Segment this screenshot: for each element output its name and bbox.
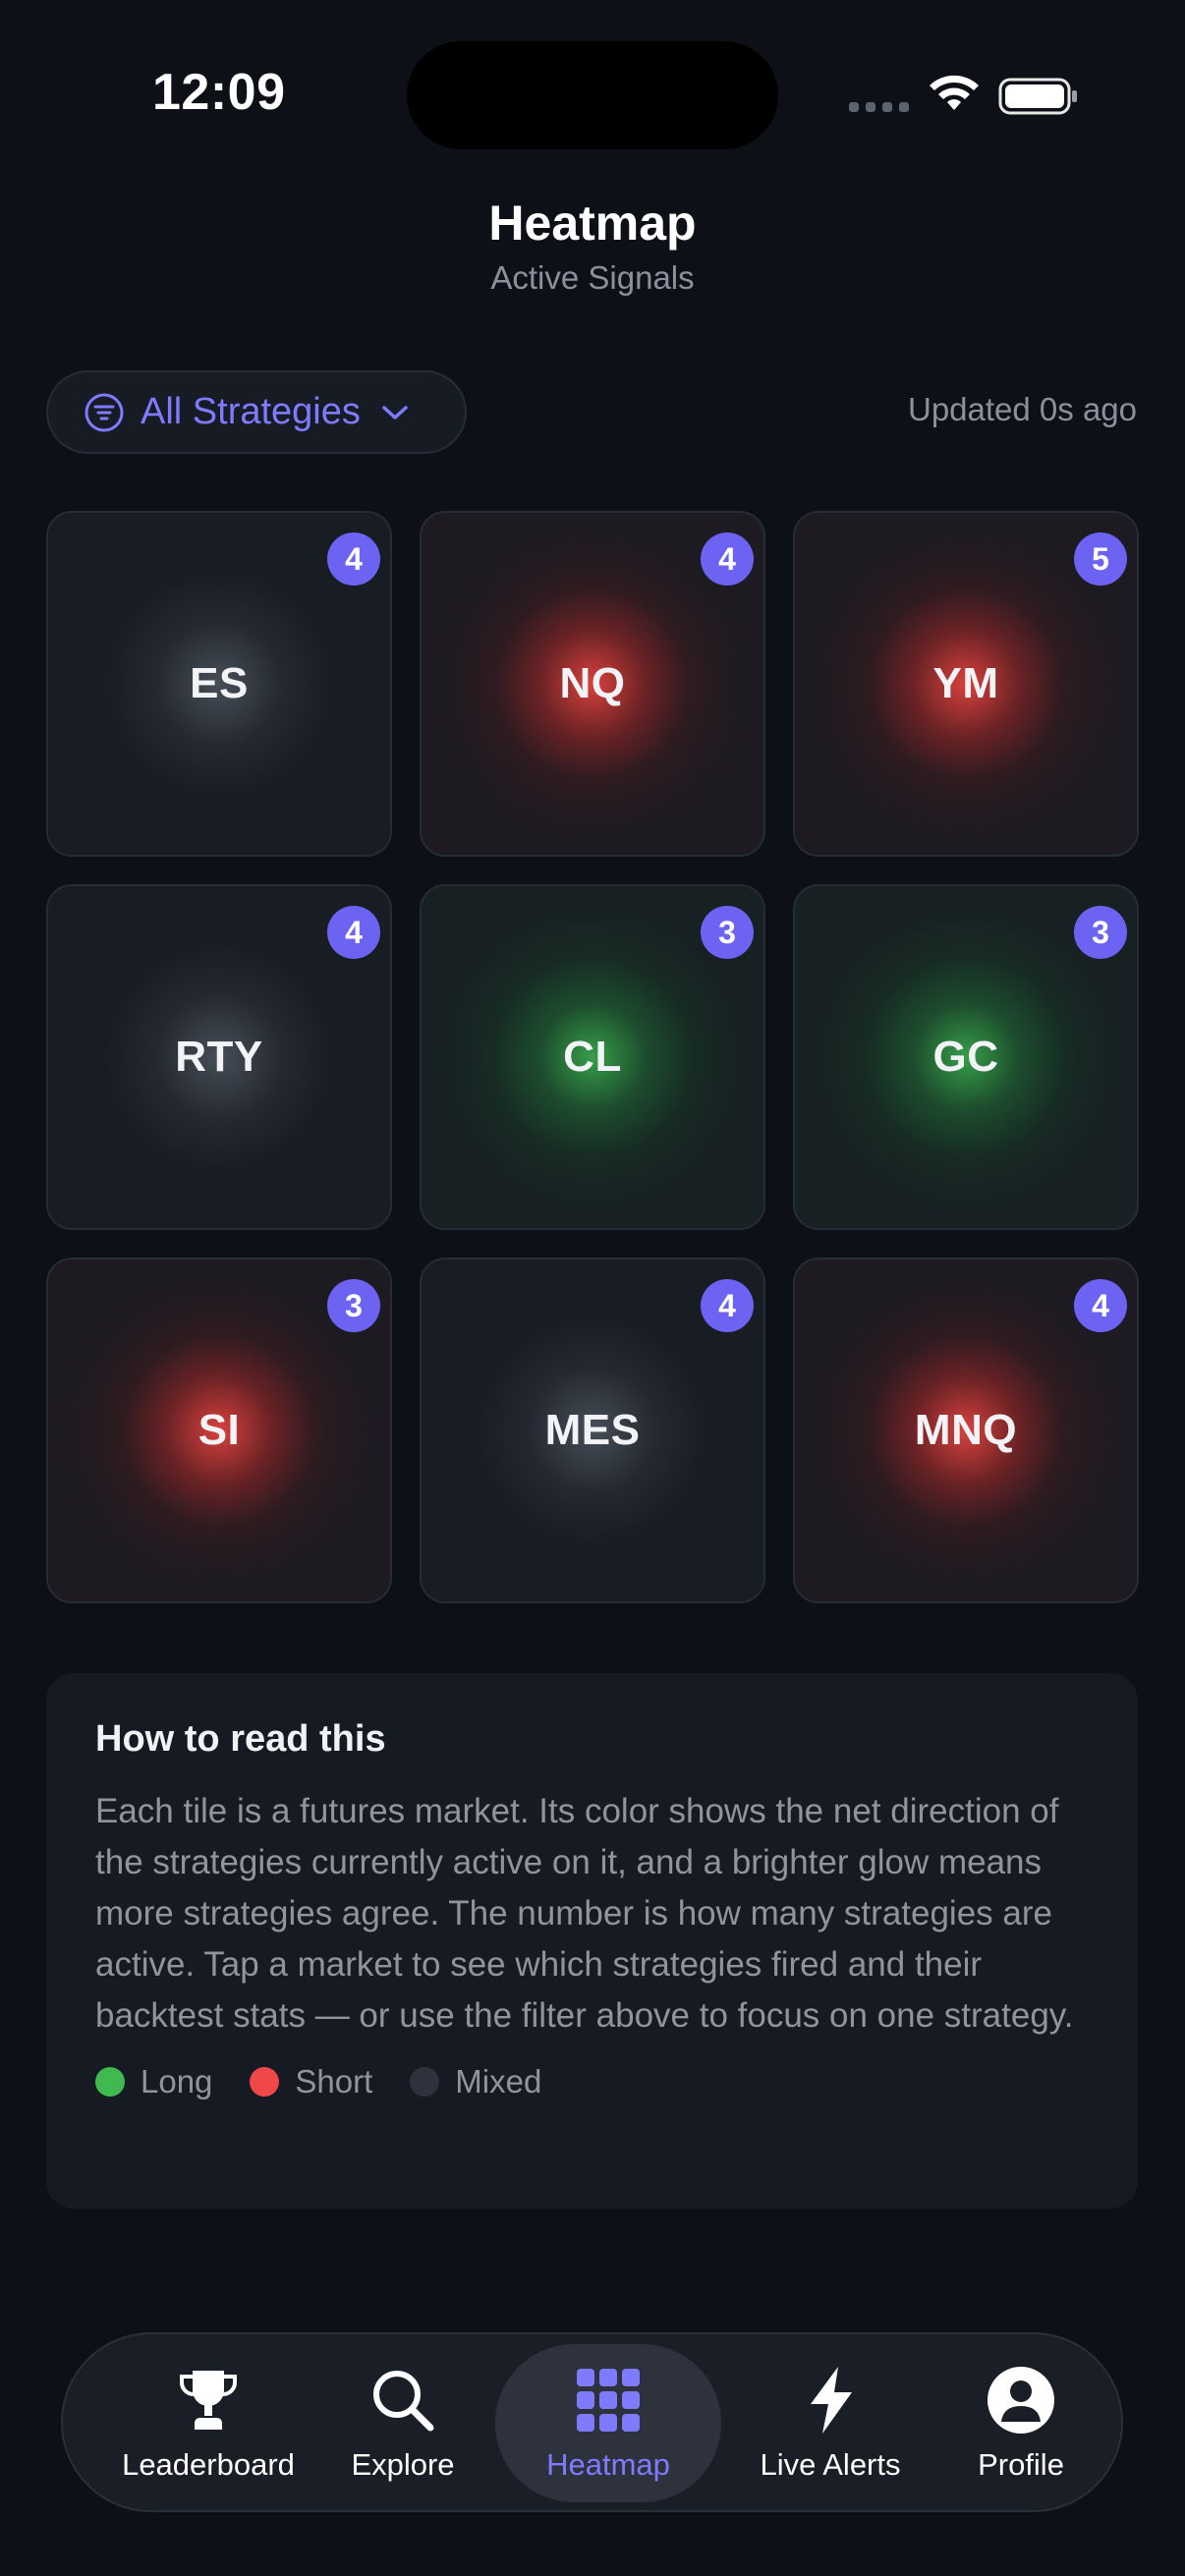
tab-heatmap[interactable]: Heatmap xyxy=(495,2344,721,2502)
tab-live-alerts[interactable]: Live Alerts xyxy=(727,2344,933,2502)
filter-icon xyxy=(85,393,124,431)
market-tile[interactable]: ES 4 xyxy=(46,511,392,857)
bottom-tab-bar: Leaderboard Explore Heatmap Live Alerts xyxy=(61,2332,1123,2512)
strategy-count-badge: 5 xyxy=(1074,532,1127,586)
person-icon xyxy=(988,2366,1054,2434)
heatmap-grid: ES 4 NQ 4 YM 5 RTY 4 CL 3 GC 3 SI 3 MES … xyxy=(46,511,1139,1603)
market-tile[interactable]: RTY 4 xyxy=(46,884,392,1230)
dynamic-island xyxy=(407,41,778,149)
updated-timestamp: Updated 0s ago xyxy=(907,391,1137,427)
market-tile[interactable]: GC 3 xyxy=(793,884,1139,1230)
tab-label: Leaderboard xyxy=(122,2446,295,2482)
legend-dot-mixed xyxy=(410,2067,440,2097)
tab-leaderboard[interactable]: Leaderboard xyxy=(100,2344,316,2502)
page-subtitle: Active Signals xyxy=(490,259,695,296)
status-time: 12:09 xyxy=(152,64,286,121)
strategy-count-badge: 4 xyxy=(701,532,754,586)
market-tile[interactable]: SI 3 xyxy=(46,1258,392,1603)
legend: Long Short Mixed xyxy=(95,2063,1089,2100)
how-to-read-card: How to read this Each tile is a futures … xyxy=(46,1673,1138,2209)
strategy-count-badge: 3 xyxy=(327,1279,380,1332)
legend-dot-short xyxy=(250,2067,280,2097)
legend-label: Long xyxy=(141,2063,213,2100)
info-body: Each tile is a futures market. Its color… xyxy=(95,1792,1074,2035)
filter-label: All Strategies xyxy=(141,391,361,432)
tab-profile[interactable]: Profile xyxy=(937,2344,1104,2502)
tile-symbol: SI xyxy=(198,1406,241,1454)
legend-dot-long xyxy=(95,2067,125,2097)
strategy-filter-dropdown[interactable]: All Strategies xyxy=(46,370,467,454)
tile-symbol: MES xyxy=(544,1406,641,1454)
tile-symbol: YM xyxy=(932,659,999,707)
market-tile[interactable]: MES 4 xyxy=(420,1258,765,1603)
tile-symbol: RTY xyxy=(175,1033,263,1081)
legend-label: Mixed xyxy=(455,2063,542,2100)
market-tile[interactable]: YM 5 xyxy=(793,511,1139,857)
legend-label: Short xyxy=(295,2063,373,2100)
tile-symbol: CL xyxy=(563,1033,622,1081)
legend-item-long: Long xyxy=(95,2063,212,2100)
tile-symbol: NQ xyxy=(559,659,626,707)
wifi-icon xyxy=(930,75,979,110)
market-tile[interactable]: CL 3 xyxy=(420,884,765,1230)
market-tile[interactable]: MNQ 4 xyxy=(793,1258,1139,1603)
tab-explore[interactable]: Explore xyxy=(318,2344,487,2502)
market-tile[interactable]: NQ 4 xyxy=(420,511,765,857)
tile-symbol: GC xyxy=(932,1033,999,1081)
strategy-count-badge: 4 xyxy=(327,532,380,586)
tile-symbol: MNQ xyxy=(914,1406,1018,1454)
cellular-signal-icon xyxy=(849,102,909,112)
strategy-count-badge: 3 xyxy=(1074,906,1127,959)
strategy-count-badge: 4 xyxy=(327,906,380,959)
grid-icon xyxy=(577,2368,640,2432)
bolt-icon xyxy=(811,2366,852,2434)
tab-label: Live Alerts xyxy=(760,2446,901,2482)
info-title: How to read this xyxy=(95,1718,386,1760)
tile-symbol: ES xyxy=(190,659,249,707)
strategy-count-badge: 4 xyxy=(701,1279,754,1332)
legend-item-mixed: Mixed xyxy=(410,2063,541,2100)
strategy-count-badge: 4 xyxy=(1074,1279,1127,1332)
tab-label: Explore xyxy=(351,2446,455,2482)
strategy-count-badge: 3 xyxy=(701,906,754,959)
battery-icon xyxy=(998,78,1077,115)
search-icon xyxy=(373,2370,434,2431)
legend-item-short: Short xyxy=(250,2063,372,2100)
tab-label: Profile xyxy=(978,2446,1064,2482)
page-title: Heatmap xyxy=(488,196,697,251)
trophy-icon xyxy=(180,2370,237,2430)
tab-label: Heatmap xyxy=(546,2446,670,2482)
chevron-down-icon xyxy=(382,405,408,420)
